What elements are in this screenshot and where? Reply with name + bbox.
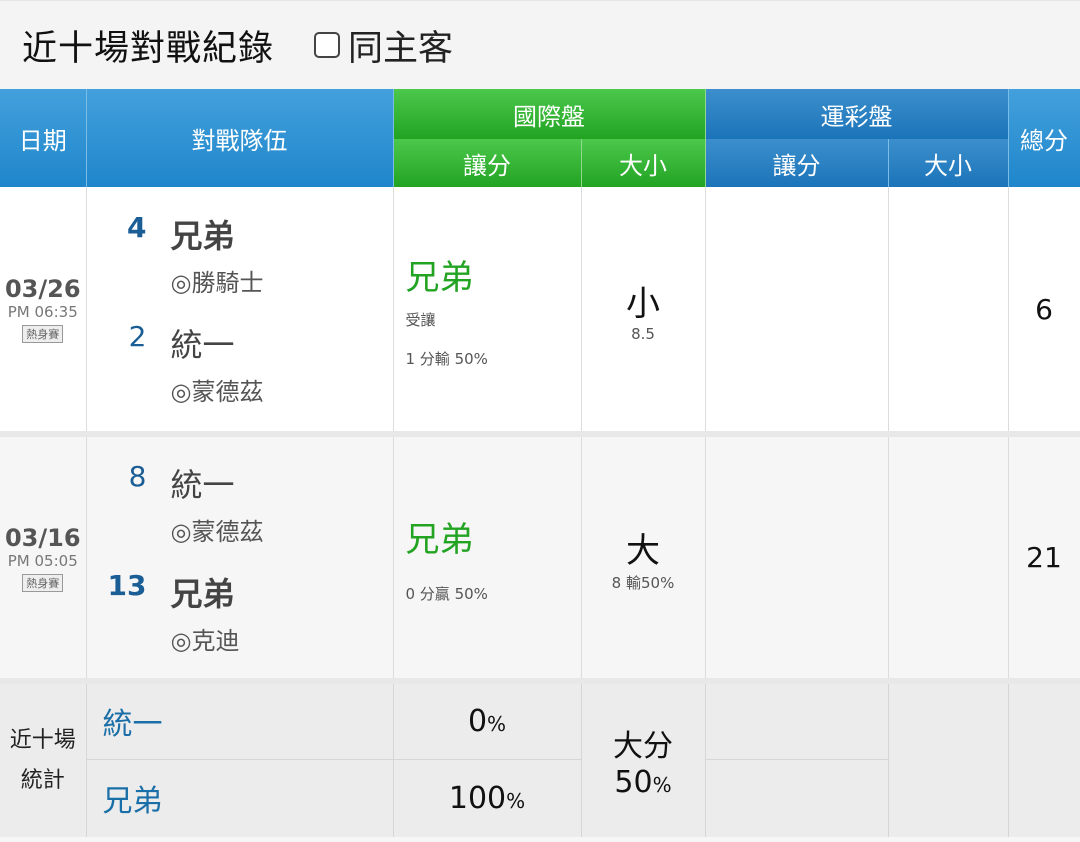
total-score: 6 (1008, 187, 1080, 437)
lottery-handicap-cell (705, 187, 889, 437)
stats-lottery-handicap (705, 759, 889, 837)
stats-label: 近十場 統計 (0, 681, 87, 837)
intl-ou-cell: 小 8.5 (581, 187, 706, 437)
handicap-line: 0 分贏 50% (405, 584, 488, 603)
table-row[interactable]: 03/26 PM 06:35 熱身賽 4 兄弟 ◎勝騎士 2 統一 ◎蒙德茲 兄… (0, 187, 1080, 437)
team-name: 兄弟 (170, 574, 235, 613)
stats-team: 兄弟 (86, 759, 394, 837)
handicap-note: 受讓 (405, 310, 436, 329)
ou-line: 8.5 (631, 324, 655, 343)
handicap-line: 1 分輸 50% (405, 349, 488, 368)
teams-cell: 8 統一 ◎蒙德茲 13 兄弟 ◎克迪 (86, 434, 394, 684)
same-host-checkbox[interactable] (314, 32, 341, 58)
same-host-label[interactable]: 同主客 (348, 20, 453, 71)
team-line: 4 兄弟 (87, 211, 393, 257)
lottery-handicap-cell (705, 434, 889, 684)
handicap-team: 兄弟 (405, 257, 474, 298)
game-date: 03/26 (4, 275, 81, 303)
lottery-ou-cell (888, 187, 1009, 437)
page-title: 近十場對戰紀錄 (22, 28, 275, 69)
stats-label-line2: 統計 (20, 767, 65, 793)
stats-ou-label: 大分 (613, 729, 673, 764)
header-intl: 國際盤 (393, 89, 706, 139)
game-time: PM 05:05 (7, 551, 78, 570)
team-score: 2 (128, 320, 147, 353)
game-time: PM 06:35 (7, 303, 78, 321)
header-lottery-ou: 大小 (888, 139, 1009, 187)
header-lottery-handicap: 讓分 (705, 139, 889, 187)
ou-result: 大 (626, 530, 660, 571)
game-type-badge: 熱身賽 (22, 573, 64, 592)
ou-result: 小 (626, 283, 660, 324)
team-score: 4 (127, 211, 147, 244)
table-row[interactable]: 03/16 PM 05:05 熱身賽 8 統一 ◎蒙德茲 13 兄弟 ◎克迪 兄… (0, 434, 1080, 684)
team-name: 統一 (170, 465, 235, 504)
intl-handicap-cell: 兄弟 0 分贏 50% (393, 434, 582, 684)
stats-ou-pct: 50 (614, 765, 653, 800)
header-total: 總分 (1008, 89, 1080, 187)
stats-row: 近十場 統計 統一 0% 大分 50% (0, 681, 1080, 837)
stats-label-line1: 近十場 (9, 727, 76, 753)
header-lottery: 運彩盤 (705, 89, 1009, 139)
stats-team-pct: 100% (393, 759, 582, 837)
stats-team-pct: 0% (393, 681, 582, 760)
team-score: 13 (107, 568, 147, 602)
ou-line: 8 輸50% (611, 573, 675, 592)
stats-total (1008, 681, 1080, 837)
team-line: 8 統一 (87, 460, 393, 506)
stats-pct-value: 0 (467, 703, 488, 739)
header-teams: 對戰隊伍 (86, 89, 394, 187)
date-cell: 03/16 PM 05:05 熱身賽 (0, 434, 87, 684)
pct-sign: % (506, 788, 526, 813)
team-score: 8 (128, 459, 147, 493)
stats-ou: 大分 50% (581, 681, 706, 837)
pitcher-name: ◎克迪 (170, 626, 240, 655)
team-name: 兄弟 (170, 217, 235, 255)
intl-handicap-cell: 兄弟 受讓 1 分輸 50% (393, 187, 582, 437)
header-date: 日期 (0, 89, 87, 187)
stats-pct-value: 100 (448, 780, 507, 816)
lottery-ou-cell (888, 434, 1009, 684)
date-cell: 03/26 PM 06:35 熱身賽 (0, 187, 87, 437)
team-name: 統一 (170, 326, 235, 364)
stats-team: 統一 (86, 681, 394, 760)
team-line: 2 統一 (87, 320, 393, 366)
handicap-team: 兄弟 (405, 519, 474, 560)
header-intl-handicap: 讓分 (393, 139, 582, 187)
title-bar: 近十場對戰紀錄 同主客 (0, 0, 1080, 89)
game-date: 03/16 (4, 523, 81, 552)
pitcher-name: ◎勝騎士 (170, 269, 264, 297)
intl-ou-cell: 大 8 輸50% (581, 434, 706, 684)
team-line: 13 兄弟 (87, 569, 393, 615)
records-table: 日期 對戰隊伍 國際盤 運彩盤 總分 讓分 大小 讓分 大小 03/26 PM … (0, 89, 1080, 837)
pct-sign: % (652, 773, 672, 797)
header-intl-ou: 大小 (581, 139, 706, 187)
pct-sign: % (487, 711, 507, 736)
stats-lottery-handicap (705, 681, 889, 760)
stats-lottery-ou (888, 681, 1009, 837)
game-type-badge: 熱身賽 (22, 325, 64, 343)
teams-cell: 4 兄弟 ◎勝騎士 2 統一 ◎蒙德茲 (86, 187, 394, 437)
pitcher-name: ◎蒙德茲 (170, 378, 264, 406)
total-score: 21 (1008, 434, 1080, 684)
pitcher-name: ◎蒙德茲 (170, 517, 264, 546)
